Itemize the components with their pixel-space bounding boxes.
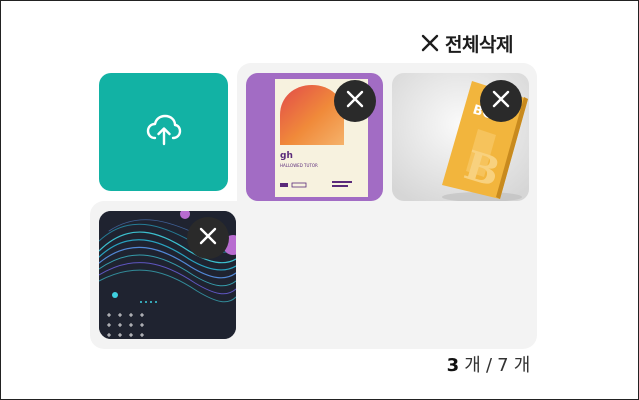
remove-image-button[interactable] bbox=[334, 80, 376, 122]
upload-button[interactable] bbox=[99, 73, 228, 191]
poster-subtitle: HALLOWED TUTOR bbox=[280, 163, 318, 168]
poster-title: gh bbox=[280, 151, 293, 161]
close-icon bbox=[198, 226, 218, 250]
image-count: 3 개 / 7 개 bbox=[446, 351, 531, 377]
close-icon bbox=[345, 89, 365, 113]
image-count-max: 7 bbox=[497, 355, 509, 376]
image-count-current: 3 bbox=[446, 355, 460, 376]
image-count-unit: 개 / bbox=[458, 355, 498, 376]
uploader-panel: 전체삭제 gh HALLOWED TUTOR B 3 개 / 7 개 bbox=[0, 0, 639, 400]
remove-image-button[interactable] bbox=[480, 80, 522, 122]
close-icon bbox=[491, 89, 511, 113]
clear-all-label: 전체삭제 bbox=[445, 33, 513, 56]
close-icon bbox=[421, 34, 439, 52]
cloud-upload-icon bbox=[146, 114, 182, 150]
remove-image-button[interactable] bbox=[187, 217, 229, 259]
clear-all-button[interactable]: 전체삭제 bbox=[421, 29, 513, 57]
image-count-unit-max: 개 bbox=[508, 355, 531, 376]
